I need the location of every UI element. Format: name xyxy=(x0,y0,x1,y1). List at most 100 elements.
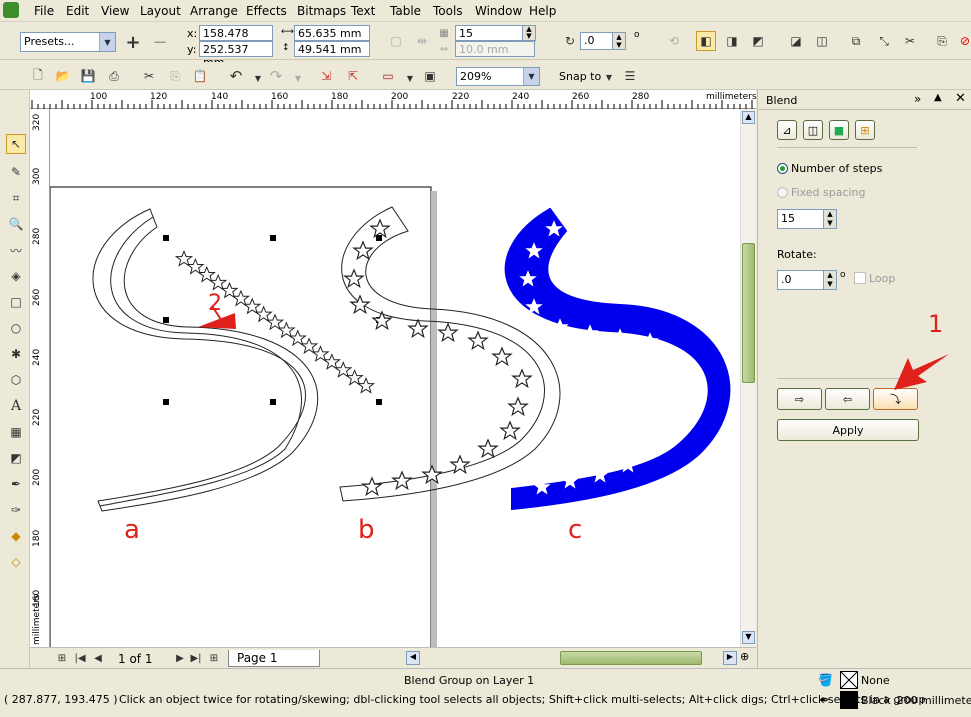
interactive-fill-tool-icon[interactable]: ◇ xyxy=(6,552,26,572)
import-icon[interactable]: ⇲ xyxy=(316,66,336,86)
interactive-blend-tool-icon[interactable]: ◩ xyxy=(6,448,26,468)
drawing-canvas[interactable]: a b c 2 xyxy=(50,109,740,647)
page-tab[interactable]: Page 1 xyxy=(228,650,320,667)
fill-none-swatch[interactable] xyxy=(840,671,858,689)
outline-pen-icon[interactable]: ✒ xyxy=(820,693,836,709)
menu-tools[interactable]: Tools xyxy=(433,4,463,18)
width-input[interactable]: 65.635 mm xyxy=(294,25,370,41)
outline-tool-icon[interactable]: ✑ xyxy=(6,500,26,520)
scroll-right-icon[interactable]: ▶ xyxy=(723,651,737,665)
menu-view[interactable]: View xyxy=(101,4,129,18)
menu-effects[interactable]: Effects xyxy=(246,4,287,18)
cut-icon[interactable]: ✂ xyxy=(139,66,159,86)
first-page-icon[interactable]: |◀ xyxy=(70,648,90,668)
docker-close-icon[interactable]: ✕ xyxy=(955,91,966,106)
height-input[interactable]: 49.541 mm xyxy=(294,41,370,57)
clockwise-blend-icon[interactable]: ◨ xyxy=(722,31,742,51)
horizontal-scroll-thumb[interactable] xyxy=(560,651,702,665)
blend-spacing-input[interactable]: 10.0 mm xyxy=(455,41,535,57)
fill-bucket-icon[interactable]: 🪣 xyxy=(818,673,834,689)
freehand-tool-icon[interactable]: 〰 xyxy=(6,240,26,260)
app-icon[interactable] xyxy=(3,2,19,18)
docker-expand-icon[interactable]: » xyxy=(914,92,921,106)
copy-blend-icon[interactable]: ⎘ xyxy=(932,31,952,51)
print-icon[interactable]: ⎙ xyxy=(104,66,124,86)
menu-help[interactable]: Help xyxy=(529,4,556,18)
add-page-before-icon[interactable]: ⊞ xyxy=(52,648,72,668)
counterclockwise-blend-icon[interactable]: ◩ xyxy=(748,31,768,51)
docker-steps-spinner[interactable]: ▲ ▼ xyxy=(823,209,837,229)
snap-to-label[interactable]: Snap to xyxy=(559,70,601,83)
start-end-properties-icon[interactable]: ⧉ xyxy=(846,31,866,51)
object-acceleration-icon[interactable]: ◪ xyxy=(786,31,806,51)
scroll-down-icon[interactable]: ▼ xyxy=(742,631,755,644)
menu-bitmaps[interactable]: Bitmaps xyxy=(297,4,346,18)
application-launcher-icon[interactable]: ▭ xyxy=(378,66,398,86)
direct-blend-icon[interactable]: ◧ xyxy=(696,31,716,51)
blend-acceleration-tab-icon[interactable]: ◫ xyxy=(803,120,823,140)
welcome-screen-icon[interactable]: ▣ xyxy=(420,66,440,86)
scroll-thumb[interactable] xyxy=(742,243,755,383)
scroll-up-icon[interactable]: ▲ xyxy=(742,111,755,124)
remove-preset-icon[interactable]: − xyxy=(150,32,170,53)
scroll-left-icon[interactable]: ◀ xyxy=(406,651,420,665)
steps-spinner[interactable]: ▲ ▼ xyxy=(522,25,536,41)
ellipse-tool-icon[interactable]: ○ xyxy=(6,318,26,338)
save-icon[interactable]: 💾 xyxy=(78,66,98,86)
y-position-input[interactable]: 252.537 mm xyxy=(199,41,273,69)
launcher-dropdown-icon[interactable]: ▼ xyxy=(400,68,420,88)
horizontal-ruler[interactable]: 100 120 140 160 180 200 220 240 260 280 … xyxy=(30,90,757,109)
menu-file[interactable]: File xyxy=(34,4,54,18)
prev-page-icon[interactable]: ◀ xyxy=(88,648,108,668)
navigator-icon[interactable]: ⊕ xyxy=(740,650,749,663)
zoom-tool-icon[interactable]: 🔍 xyxy=(6,214,26,234)
vertical-scrollbar[interactable]: ▲ ▼ xyxy=(740,109,756,647)
fixed-spacing-radio[interactable] xyxy=(777,187,788,198)
text-tool-icon[interactable]: A xyxy=(6,396,26,416)
export-icon[interactable]: ⇱ xyxy=(343,66,363,86)
undo-icon[interactable]: ↶ xyxy=(226,66,246,86)
path-properties-icon[interactable]: ⤡ xyxy=(874,31,894,51)
fill-tool-icon[interactable]: ◆ xyxy=(6,526,26,546)
blend-color-tab-icon[interactable]: ■ xyxy=(829,120,849,140)
misc-blend-options-icon[interactable]: ✂ xyxy=(900,31,920,51)
s-shape-c-blue[interactable] xyxy=(504,207,731,511)
blend-misc-tab-icon[interactable]: ⊞ xyxy=(855,120,875,140)
redo-dropdown-icon[interactable]: ▼ xyxy=(288,68,308,88)
blend-steps-tab-icon[interactable]: ⊿ xyxy=(777,120,797,140)
redo-icon[interactable]: ↷ xyxy=(266,66,286,86)
basic-shapes-tool-icon[interactable]: ⬡ xyxy=(6,370,26,390)
last-page-icon[interactable]: ▶| xyxy=(186,648,206,668)
outline-color-swatch[interactable] xyxy=(840,691,858,709)
polygon-tool-icon[interactable]: ✱ xyxy=(6,344,26,364)
snap-to-dropdown-icon[interactable]: ▼ xyxy=(599,67,619,87)
rectangle-tool-icon[interactable]: □ xyxy=(6,292,26,312)
smart-fill-tool-icon[interactable]: ◈ xyxy=(6,266,26,286)
clear-blend-icon[interactable]: ⊘ xyxy=(955,31,971,51)
loop-checkbox[interactable] xyxy=(854,272,866,284)
eyedropper-tool-icon[interactable]: ✒ xyxy=(6,474,26,494)
undo-dropdown-icon[interactable]: ▼ xyxy=(248,68,268,88)
options-icon[interactable]: ☰ xyxy=(620,66,640,86)
copy-icon[interactable]: ⎘ xyxy=(165,66,185,86)
menu-text[interactable]: Text xyxy=(351,4,375,18)
add-page-after-icon[interactable]: ⊞ xyxy=(204,648,224,668)
open-icon[interactable]: 📂 xyxy=(53,66,73,86)
shape-tool-icon[interactable]: ✎ xyxy=(6,162,26,182)
zoom-chevron-icon[interactable]: ▼ xyxy=(523,68,539,85)
docker-collapse-icon[interactable]: ▲ xyxy=(934,92,942,103)
table-tool-icon[interactable]: ▦ xyxy=(6,422,26,442)
menu-layout[interactable]: Layout xyxy=(140,4,181,18)
crop-tool-icon[interactable]: ⌗ xyxy=(6,188,26,208)
color-acceleration-icon[interactable]: ◫ xyxy=(812,31,832,51)
object-size-icon[interactable]: ▢ xyxy=(386,31,406,51)
new-document-icon[interactable]: 🗋 xyxy=(28,66,48,86)
presets-chevron-icon[interactable]: ▼ xyxy=(99,33,115,51)
menu-arrange[interactable]: Arrange xyxy=(190,4,238,18)
rotate-spinner[interactable]: ▲ ▼ xyxy=(612,32,626,50)
menu-edit[interactable]: Edit xyxy=(66,4,89,18)
spacing-icon[interactable]: ⇹ xyxy=(412,31,432,51)
add-preset-icon[interactable]: + xyxy=(123,32,143,53)
menu-table[interactable]: Table xyxy=(390,4,421,18)
paste-icon[interactable]: 📋 xyxy=(190,66,210,86)
